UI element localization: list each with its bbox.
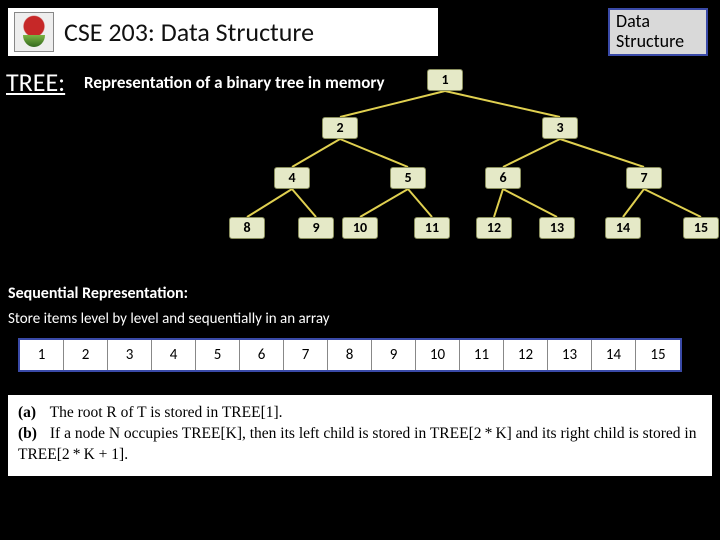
tree-node: 13 — [539, 217, 575, 239]
rule-b: (b) If a node N occupies TREE[K], then i… — [18, 424, 702, 466]
binary-tree-diagram: 123456789101112131415 — [0, 56, 720, 276]
array-cell: 11 — [460, 340, 504, 370]
tree-node: 1 — [427, 69, 463, 91]
tree-node: 5 — [390, 167, 426, 189]
array-cell: 6 — [240, 340, 284, 370]
array-cell: 14 — [592, 340, 636, 370]
tree-node: 3 — [542, 117, 578, 139]
course-title: CSE 203: Data Structure — [64, 16, 314, 48]
badge-text: Data Structure — [616, 12, 706, 52]
sequential-title: Sequential Representation: — [8, 284, 188, 303]
header-bar: CSE 203: Data Structure — [8, 8, 438, 56]
tree-node: 15 — [683, 217, 719, 239]
array-cell: 12 — [504, 340, 548, 370]
rule-b-text: If a node N occupies TREE[K], then its l… — [18, 425, 697, 463]
rule-b-label: (b) — [18, 424, 46, 445]
university-logo-icon — [14, 12, 54, 52]
tree-node: 11 — [414, 217, 450, 239]
data-structure-badge: Data Structure — [608, 8, 708, 56]
tree-node: 4 — [274, 167, 310, 189]
array-cell: 7 — [284, 340, 328, 370]
tree-node: 2 — [322, 117, 358, 139]
array-cell: 9 — [372, 340, 416, 370]
rules-panel: (a) The root R of T is stored in TREE[1]… — [8, 395, 712, 476]
array-cell: 2 — [64, 340, 108, 370]
sequential-description: Store items level by level and sequentia… — [8, 310, 330, 328]
tree-node: 12 — [476, 217, 512, 239]
tree-node: 6 — [485, 167, 521, 189]
tree-node: 9 — [298, 217, 334, 239]
tree-edges — [0, 56, 720, 276]
array-cell: 5 — [196, 340, 240, 370]
tree-node: 14 — [605, 217, 641, 239]
rule-a: (a) The root R of T is stored in TREE[1]… — [18, 403, 702, 424]
array-cell: 15 — [636, 340, 680, 370]
array-cell: 13 — [548, 340, 592, 370]
tree-node: 10 — [342, 217, 378, 239]
rule-a-text: The root R of T is stored in TREE[1]. — [50, 404, 283, 421]
footer-strip — [0, 510, 720, 540]
array-cell: 3 — [108, 340, 152, 370]
tree-node: 8 — [229, 217, 265, 239]
rule-a-label: (a) — [18, 403, 46, 424]
array-table: 123456789101112131415 — [18, 338, 682, 372]
array-cell: 4 — [152, 340, 196, 370]
tree-node: 7 — [626, 167, 662, 189]
array-cell: 10 — [416, 340, 460, 370]
array-cell: 8 — [328, 340, 372, 370]
array-cell: 1 — [20, 340, 64, 370]
